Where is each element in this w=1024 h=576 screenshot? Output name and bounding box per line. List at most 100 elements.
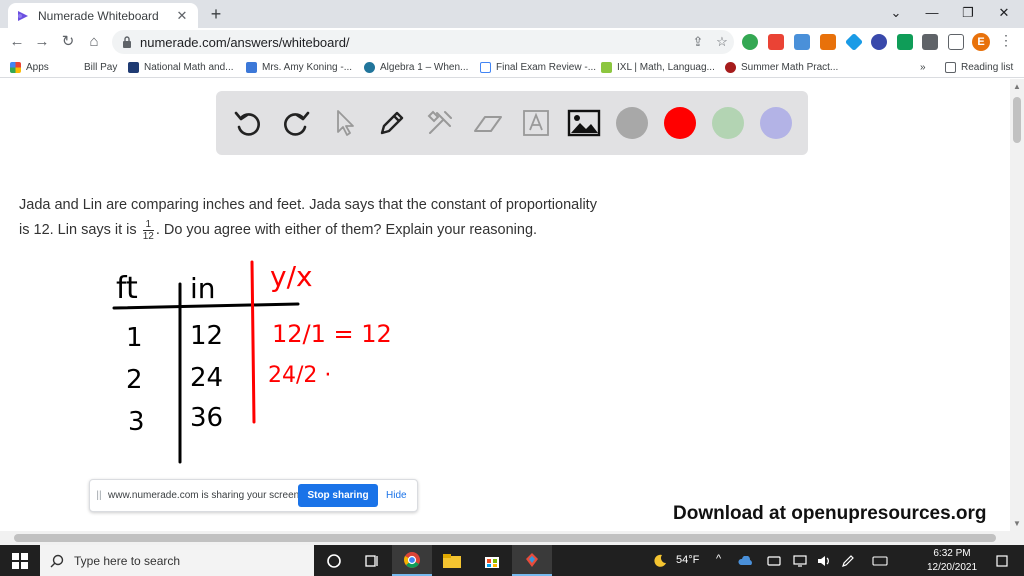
extensions-puzzle-icon[interactable] [922,34,938,50]
cast-icon[interactable] [948,34,964,50]
bookmark-star-icon[interactable]: ☆ [710,34,734,50]
row1-in: 12 [190,321,223,351]
back-icon[interactable]: ← [6,31,28,53]
browser-toolbar: ← → ↻ ⌂ numerade.com/answers/whiteboard/… [0,28,1024,56]
share-icon[interactable]: ⇪ [686,34,710,50]
drag-handle-icon[interactable]: || [90,490,108,501]
hide-button[interactable]: Hide [386,490,407,501]
store-icon[interactable] [472,545,512,576]
fraction-numerator: 1 [142,219,154,231]
profile-avatar[interactable]: E [972,33,990,51]
extension-classroom-icon[interactable] [897,34,913,50]
vertical-scrollbar[interactable]: ▲ ▼ [1010,79,1024,531]
ixl-icon [601,61,612,73]
text-icon[interactable] [518,105,554,141]
lock-icon [123,36,131,48]
horizontal-scroll-thumb[interactable] [14,534,996,542]
extension-orange-icon[interactable] [820,34,836,50]
keyboard-icon[interactable] [868,545,892,576]
image-icon[interactable] [566,105,602,141]
new-tab-icon[interactable]: + [206,4,226,24]
redo-icon[interactable] [278,105,314,141]
bookmark-ixl[interactable]: IXL | Math, Languag... [601,60,715,74]
weather-temp[interactable]: 54°F [676,554,699,566]
color-swatch-purple[interactable] [760,107,792,139]
forward-icon[interactable]: → [31,31,53,53]
taskbar-date[interactable]: 12/20/2021 [924,562,980,573]
taskbar-time[interactable]: 6:32 PM [924,548,980,559]
tools-icon[interactable] [422,105,458,141]
whiteboard-page[interactable]: Jada and Lin are comparing inches and fe… [0,79,1010,531]
extension-screenshot-icon[interactable] [794,34,810,50]
extension-green-icon[interactable] [742,34,758,50]
horizontal-scrollbar[interactable] [0,531,1024,545]
search-placeholder: Type here to search [74,553,181,568]
bookmarks-overflow-icon[interactable]: » [920,60,926,74]
browser-menu-icon[interactable]: ⋮ [998,32,1014,49]
reload-icon[interactable]: ↻ [57,31,79,53]
tab-numerade[interactable]: Numerade Whiteboard ✕ [8,3,198,28]
scroll-down-icon[interactable]: ▼ [1013,519,1021,528]
scroll-up-icon[interactable]: ▲ [1013,82,1021,91]
row1-ratio: 12/1 = 12 [272,320,392,348]
handwritten-table: ft in y/x 1 12 12/1 = 12 2 24 24/2 · 3 3… [112,260,392,464]
notifications-icon[interactable] [990,545,1014,576]
apps-grid-icon [10,61,21,73]
bookmark-summer-math[interactable]: Summer Math Pract... [725,60,838,74]
windows-taskbar: Type here to search 54°F ^ 6:32 PM 12/20… [0,545,1024,576]
color-swatch-gray[interactable] [616,107,648,139]
fraction: 1 12 [142,219,154,242]
reading-list[interactable]: Reading list [945,60,1013,74]
home-icon[interactable]: ⌂ [83,31,105,53]
bookmark-national-math[interactable]: National Math and... [128,60,234,74]
reading-list-label: Reading list [961,61,1014,73]
forms-icon [480,61,491,73]
bookmark-apps[interactable]: Apps [10,60,49,74]
vertical-scroll-thumb[interactable] [1013,97,1021,143]
eraser-icon[interactable] [470,105,506,141]
search-icon [50,554,64,567]
volume-icon[interactable] [814,545,834,576]
row2-ft: 2 [126,365,143,395]
onedrive-icon[interactable] [736,545,756,576]
meet-now-icon[interactable] [764,545,784,576]
file-explorer-icon[interactable] [432,545,472,576]
stop-sharing-button[interactable]: Stop sharing [298,484,378,507]
chrome-taskbar-icon[interactable] [392,545,432,576]
question-text: Jada and Lin are comparing inches and fe… [19,193,599,243]
undo-icon[interactable] [230,105,266,141]
weather-moon-icon[interactable] [650,545,670,576]
windows-start-icon[interactable] [0,545,40,576]
tab-close-icon[interactable]: ✕ [174,8,190,24]
header-in: in [190,272,216,305]
extension-diamond-icon[interactable] [844,32,864,52]
pen-workspace-icon[interactable] [838,545,858,576]
color-swatch-green[interactable] [712,107,744,139]
tray-chevron-icon[interactable]: ^ [716,553,721,565]
address-bar[interactable]: numerade.com/answers/whiteboard/ ⇪ ☆ [112,30,734,54]
cortana-icon[interactable] [314,545,354,576]
red-divider-line [250,260,256,424]
bookmark-mrs-koning[interactable]: Mrs. Amy Koning -... [246,60,352,74]
pointer-icon[interactable] [326,105,362,141]
network-icon[interactable] [790,545,810,576]
tab-search-icon[interactable]: ⌄ [878,0,914,28]
task-view-icon[interactable] [352,545,392,576]
bookmark-label: Summer Math Pract... [741,61,839,73]
restore-icon[interactable]: ❐ [950,0,986,28]
page-icon [246,61,257,73]
color-swatch-red[interactable] [664,107,696,139]
extension-k-icon[interactable] [871,34,887,50]
taskbar-search-box[interactable]: Type here to search [40,545,314,576]
bookmark-label: IXL | Math, Languag... [617,61,715,73]
fraction-denominator: 12 [142,230,154,242]
pen-icon[interactable] [374,105,410,141]
close-window-icon[interactable]: ✕ [986,0,1022,28]
minimize-icon[interactable]: — [914,0,950,28]
recording-app-icon[interactable] [512,545,552,576]
extension-red-icon[interactable] [768,34,784,50]
bookmark-algebra-1[interactable]: Algebra 1 – When... [364,60,468,74]
bookmark-label: Apps [26,61,49,73]
bookmark-final-exam[interactable]: Final Exam Review -... [480,60,596,74]
bookmark-bill-pay[interactable]: Bill Pay [84,60,117,74]
